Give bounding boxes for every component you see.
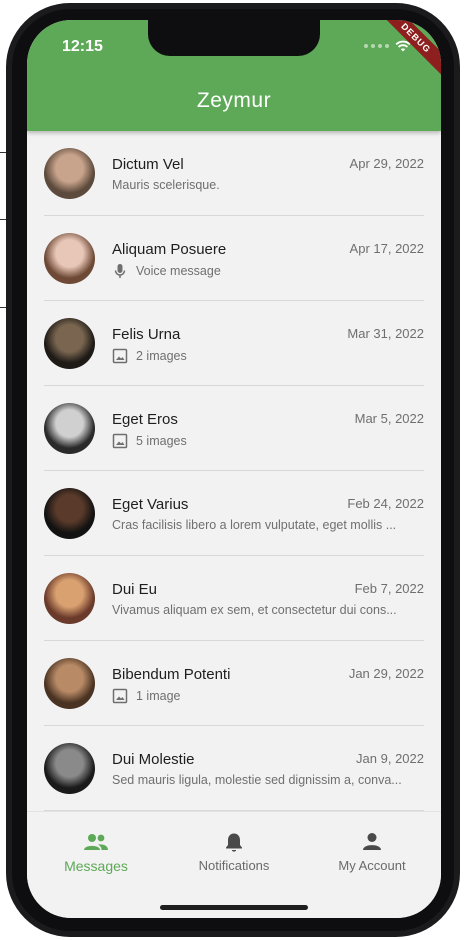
avatar (44, 403, 95, 454)
preview-text: Cras facilisis libero a lorem vulputate,… (112, 518, 397, 532)
avatar (44, 573, 95, 624)
status-time: 12:15 (62, 38, 103, 55)
person-icon (363, 833, 381, 850)
people-icon (84, 834, 108, 850)
contact-name: Dictum Vel (112, 156, 184, 173)
message-preview: Vivamus aliquam ex sem, et consectetur d… (112, 603, 424, 617)
preview-text: Sed mauris ligula, molestie sed dignissi… (112, 773, 402, 787)
preview-text: 5 images (136, 434, 187, 448)
message-date: Feb 24, 2022 (347, 496, 424, 511)
contact-name: Eget Eros (112, 411, 178, 428)
contact-name: Felis Urna (112, 326, 181, 343)
avatar (44, 233, 95, 284)
conversation-item[interactable]: Aliquam Posuere Apr 17, 2022 Voice message (27, 216, 441, 301)
message-date: Jan 9, 2022 (356, 751, 424, 766)
message-preview: Mauris scelerisque. (112, 178, 424, 192)
status-icons (364, 40, 411, 52)
conversation-item[interactable]: Bibendum Potenti Jan 29, 2022 1 image (27, 641, 441, 726)
tab-label: My Account (338, 858, 406, 873)
message-date: Feb 7, 2022 (354, 581, 424, 596)
tab-messages[interactable]: Messages (27, 812, 165, 882)
conversation-item[interactable]: Eget Eros Mar 5, 2022 5 images (27, 386, 441, 471)
preview-text: Voice message (136, 264, 221, 278)
contact-name: Aliquam Posuere (112, 241, 227, 258)
conversation-item[interactable]: Dictum Vel Apr 29, 2022 Mauris scelerisque… (27, 131, 441, 216)
image-icon (112, 688, 128, 704)
preview-text: 1 image (136, 689, 181, 703)
message-date: Apr 17, 2022 (349, 241, 424, 256)
bottom-nav: Messages Notifications My Account (27, 811, 441, 918)
avatar (44, 743, 95, 794)
avatar (44, 148, 95, 199)
image-icon (112, 433, 128, 449)
message-preview: 1 image (112, 688, 424, 704)
conversation-item[interactable]: Dui Molestie Jan 9, 2022 Sed mauris ligula… (27, 726, 441, 811)
preview-text: 2 images (136, 349, 187, 363)
contact-name: Eget Varius (112, 496, 189, 513)
message-date: Jan 29, 2022 (348, 666, 424, 681)
message-date: Mar 5, 2022 (354, 411, 424, 426)
avatar (44, 658, 95, 709)
conversation-item[interactable]: Eget Varius Feb 24, 2022 Cras facilisis li… (27, 471, 441, 556)
preview-text: Vivamus aliquam ex sem, et consectetur d… (112, 603, 397, 617)
tab-my-account[interactable]: My Account (303, 812, 441, 882)
tab-label: Notifications (198, 858, 270, 873)
avatar (44, 488, 95, 539)
message-preview: Voice message (112, 263, 424, 279)
notch (148, 20, 320, 56)
avatar (44, 318, 95, 369)
message-preview: Cras facilisis libero a lorem vulputate,… (112, 518, 424, 532)
image-icon (112, 348, 128, 364)
message-date: Mar 31, 2022 (347, 326, 424, 341)
contact-name: Bibendum Potenti (112, 666, 231, 683)
app-bar: 12:15 DEBUG Zeymur (27, 20, 441, 131)
home-indicator[interactable] (160, 905, 308, 910)
conversation-item[interactable]: Dui Eu Feb 7, 2022 Vivamus aliquam ex sem,… (27, 556, 441, 641)
tab-label: Messages (64, 858, 128, 874)
contact-name: Dui Molestie (112, 751, 195, 768)
message-preview: 2 images (112, 348, 424, 364)
contact-name: Dui Eu (112, 581, 158, 598)
mic-icon (112, 263, 128, 279)
message-preview: Sed mauris ligula, molestie sed dignissi… (112, 773, 424, 787)
message-date: Apr 29, 2022 (349, 156, 424, 171)
bell-icon (226, 833, 242, 852)
page-title: Zeymur (196, 89, 272, 112)
message-preview: 5 images (112, 433, 424, 449)
signal-icon (364, 44, 389, 48)
preview-text: Mauris scelerisque. (112, 178, 220, 192)
conversation-item[interactable]: Felis Urna Mar 31, 2022 2 images (27, 301, 441, 386)
conversation-list: Dictum Vel Apr 29, 2022 Mauris scelerisque… (27, 131, 441, 811)
tab-notifications[interactable]: Notifications (165, 812, 303, 882)
app-screen: 12:15 DEBUG Zeymur Dictum Vel Apr 29, 202… (27, 20, 441, 918)
